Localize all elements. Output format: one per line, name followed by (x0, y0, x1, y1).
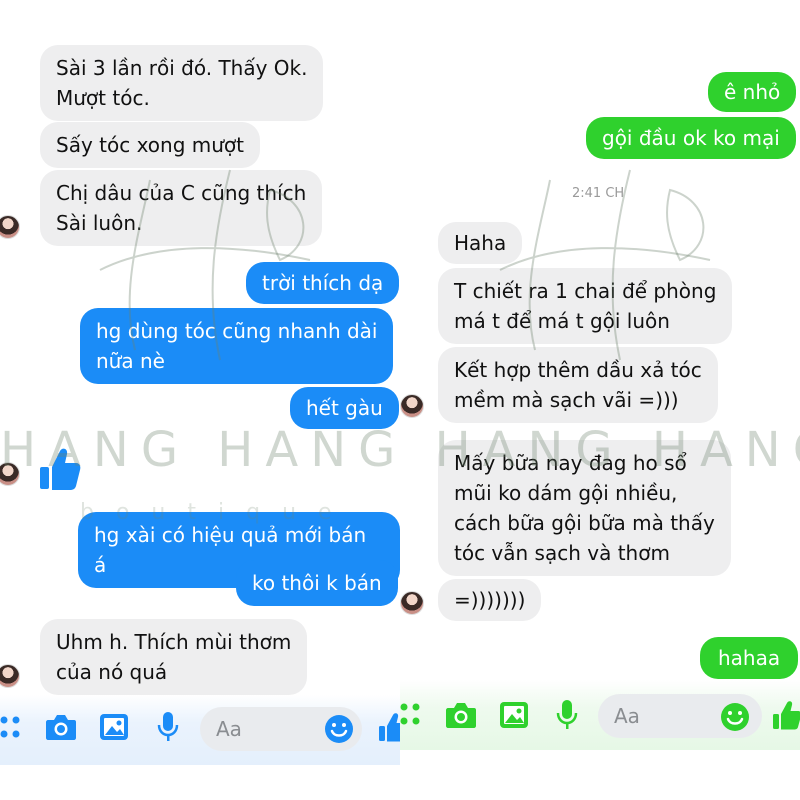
message-incoming[interactable]: Kết hợp thêm dầu xả tóc mềm mà sạch vãi … (438, 347, 718, 423)
left-conversation-panel: Sài 3 lần rồi đó. Thấy Ok. Mượt tóc. Sấy… (0, 0, 400, 800)
emoji-icon[interactable] (720, 702, 750, 732)
message-incoming[interactable]: Haha (438, 222, 523, 264)
contact-avatar[interactable] (0, 462, 20, 486)
microphone-icon[interactable] (556, 699, 578, 731)
thumbs-up-icon[interactable] (38, 445, 82, 493)
message-incoming[interactable]: =))))))) (438, 579, 542, 621)
microphone-icon[interactable] (157, 711, 179, 743)
message-incoming[interactable]: Mấy bữa nay đag ho sổ mũi ko dám gội nhi… (438, 440, 731, 576)
message-incoming[interactable]: Uhm h. Thích mùi thơm của nó quá (40, 619, 308, 695)
message-incoming[interactable]: Chị dâu của C cũng thích Sài luôn. (40, 170, 323, 246)
contact-avatar[interactable] (400, 591, 424, 615)
gallery-icon[interactable] (499, 701, 529, 729)
contact-avatar[interactable] (0, 664, 20, 688)
camera-icon[interactable] (445, 701, 477, 729)
message-outgoing[interactable]: ê nhỏ (708, 72, 797, 112)
message-outgoing[interactable]: ko thôi k bán (236, 560, 398, 606)
message-incoming[interactable]: Sấy tóc xong mượt (40, 122, 260, 168)
message-outgoing[interactable]: hết gàu (290, 387, 399, 429)
message-incoming[interactable]: T chiết ra 1 chai để phòng má t để má t … (438, 268, 733, 344)
message-outgoing[interactable]: gội đầu ok ko mại (586, 117, 796, 159)
emoji-icon[interactable] (324, 714, 354, 744)
message-composer: Aa (0, 695, 400, 765)
message-outgoing[interactable]: hahaa (700, 637, 799, 679)
right-conversation-panel: ê nhỏ gội đầu ok ko mại 2:41 CH Haha T c… (400, 0, 800, 800)
message-incoming[interactable]: Sài 3 lần rồi đó. Thấy Ok. Mượt tóc. (40, 45, 324, 121)
apps-icon[interactable] (0, 715, 22, 741)
message-timestamp: 2:41 CH (572, 186, 625, 201)
contact-avatar[interactable] (0, 215, 20, 239)
gallery-icon[interactable] (99, 713, 129, 741)
message-outgoing[interactable]: hg dùng tóc cũng nhanh dài nữa nè (80, 308, 394, 384)
thumbs-up-icon[interactable] (772, 699, 800, 731)
contact-avatar[interactable] (400, 394, 424, 418)
camera-icon[interactable] (45, 713, 77, 741)
message-outgoing[interactable]: trời thích dạ (246, 262, 400, 304)
thumbs-up-icon[interactable] (378, 711, 400, 743)
apps-icon[interactable] (400, 702, 422, 728)
message-composer: Aa (400, 680, 800, 750)
